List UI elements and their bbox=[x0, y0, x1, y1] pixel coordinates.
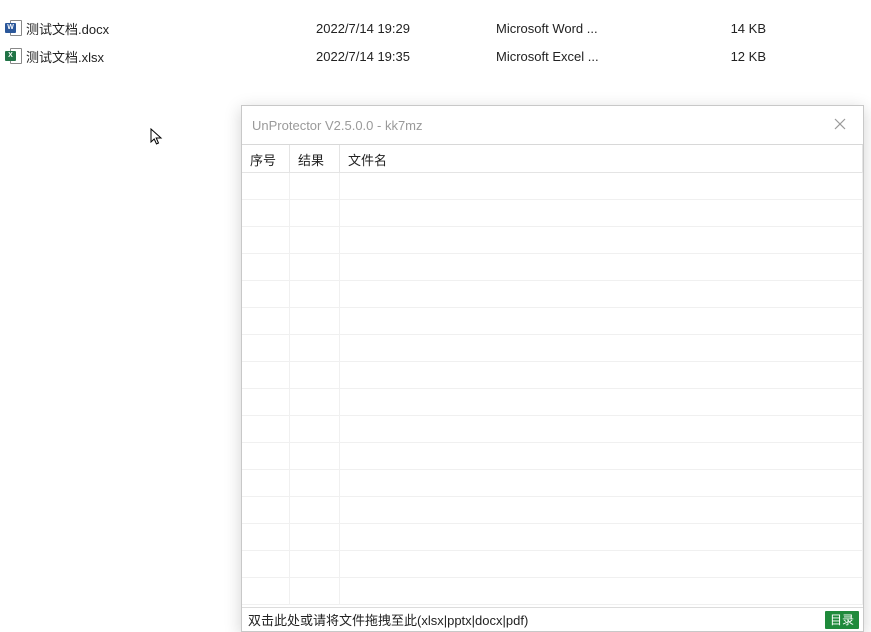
file-date: 2022/7/14 19:29 bbox=[316, 21, 496, 36]
file-size: 14 KB bbox=[696, 21, 766, 36]
file-size: 12 KB bbox=[696, 49, 766, 64]
list-row-empty bbox=[242, 578, 863, 605]
list-row-empty bbox=[242, 362, 863, 389]
cursor-icon bbox=[150, 128, 164, 146]
list-row-empty bbox=[242, 227, 863, 254]
file-listview[interactable]: 序号 结果 文件名 bbox=[242, 144, 863, 607]
titlebar[interactable]: UnProtector V2.5.0.0 - kk7mz bbox=[242, 106, 863, 144]
directory-button[interactable]: 目录 bbox=[825, 611, 859, 629]
file-row[interactable]: X 测试文档.xlsx 2022/7/14 19:35 Microsoft Ex… bbox=[2, 42, 871, 70]
explorer-file-list: W 测试文档.docx 2022/7/14 19:29 Microsoft Wo… bbox=[2, 14, 871, 70]
list-row-empty bbox=[242, 497, 863, 524]
statusbar: 双击此处或请将文件拖拽至此(xlsx|pptx|docx|pdf) 目录 bbox=[242, 607, 863, 631]
list-row-empty bbox=[242, 335, 863, 362]
file-type: Microsoft Word ... bbox=[496, 21, 696, 36]
listview-header: 序号 结果 文件名 bbox=[242, 145, 863, 173]
list-row-empty bbox=[242, 200, 863, 227]
listview-body[interactable] bbox=[242, 173, 863, 607]
window-title: UnProtector V2.5.0.0 - kk7mz bbox=[252, 118, 423, 133]
unprotector-window: UnProtector V2.5.0.0 - kk7mz 序号 结果 文件名 双… bbox=[241, 105, 864, 632]
file-name: 测试文档.docx bbox=[26, 19, 316, 38]
col-header-filename[interactable]: 文件名 bbox=[340, 145, 863, 172]
list-row-empty bbox=[242, 254, 863, 281]
file-name: 测试文档.xlsx bbox=[26, 47, 316, 66]
list-row-empty bbox=[242, 281, 863, 308]
list-row-empty bbox=[242, 443, 863, 470]
close-icon bbox=[834, 118, 846, 133]
list-row-empty bbox=[242, 389, 863, 416]
word-doc-icon: W bbox=[2, 20, 26, 36]
file-type: Microsoft Excel ... bbox=[496, 49, 696, 64]
file-date: 2022/7/14 19:35 bbox=[316, 49, 496, 64]
file-row[interactable]: W 测试文档.docx 2022/7/14 19:29 Microsoft Wo… bbox=[2, 14, 871, 42]
list-row-empty bbox=[242, 470, 863, 497]
list-row-empty bbox=[242, 524, 863, 551]
list-row-empty bbox=[242, 416, 863, 443]
col-header-seq[interactable]: 序号 bbox=[242, 145, 290, 172]
list-row-empty bbox=[242, 308, 863, 335]
excel-doc-icon: X bbox=[2, 48, 26, 64]
col-header-result[interactable]: 结果 bbox=[290, 145, 340, 172]
status-hint[interactable]: 双击此处或请将文件拖拽至此(xlsx|pptx|docx|pdf) bbox=[248, 610, 528, 629]
list-row-empty bbox=[242, 551, 863, 578]
close-button[interactable] bbox=[817, 106, 863, 144]
list-row-empty bbox=[242, 173, 863, 200]
